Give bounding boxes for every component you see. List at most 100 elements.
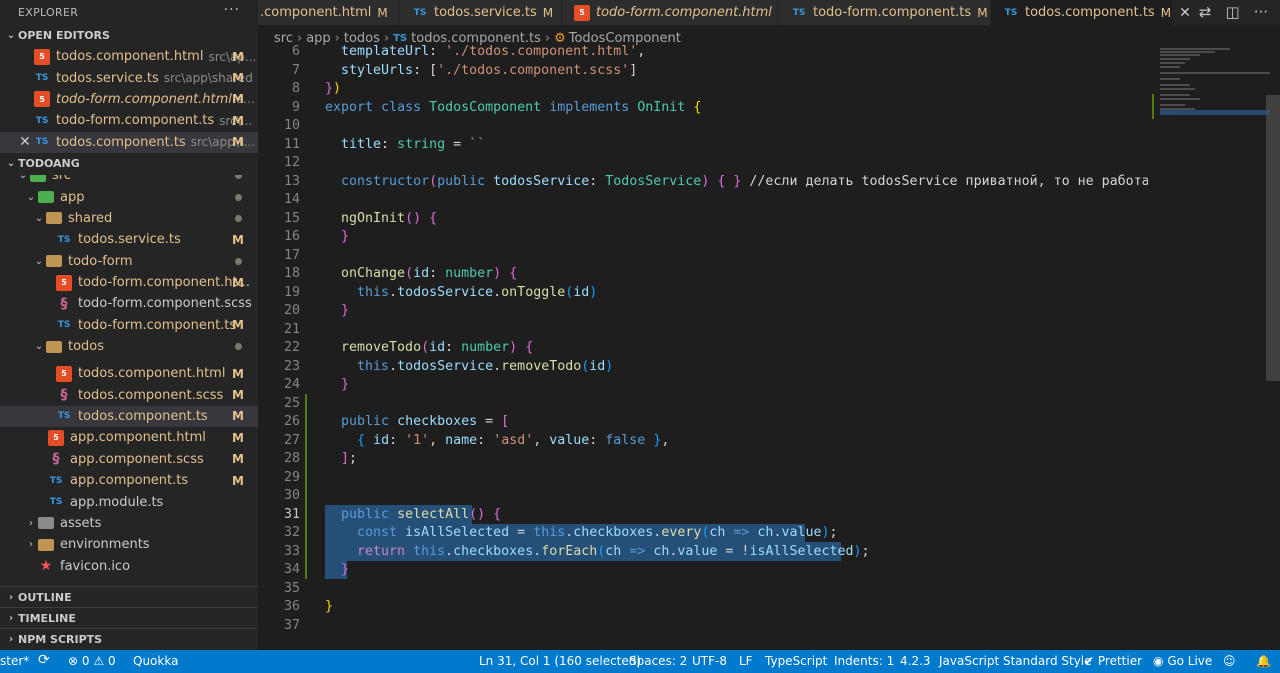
vertical-scrollbar[interactable] — [1266, 95, 1280, 381]
line-number: 36 — [283, 599, 300, 614]
tree-file[interactable]: § todo-form.component.scss — [0, 293, 258, 314]
compare-changes-icon[interactable]: ⇄ — [1199, 3, 1212, 21]
tree-file[interactable]: TS todos.service.ts M — [0, 229, 258, 250]
tree-folder-todo-form[interactable]: ⌄ todo-form — [0, 251, 258, 272]
sidebar-bottom-sections: › OUTLINE › TIMELINE › NPM SCRIPTS — [0, 586, 258, 649]
open-editor-item[interactable]: 5 todo-form.component.html src\... M — [0, 89, 258, 110]
file-tree: ⌄ src ⌄ app ⌄ shared TS todos.service.ts — [0, 174, 258, 353]
folder-src-icon — [30, 174, 46, 182]
code-line: templateUrl: './todos.component.html', — [341, 44, 646, 59]
npm-scripts-header[interactable]: › NPM SCRIPTS — [0, 628, 258, 649]
line-number: 18 — [283, 266, 300, 281]
indentation-spaces[interactable]: Spaces: 2 — [629, 654, 687, 668]
project-header[interactable]: ⌄ TODOANG — [0, 153, 258, 175]
minimap[interactable] — [1150, 44, 1270, 634]
code-line: removeTodo(id: number) { — [341, 340, 534, 355]
notifications-icon[interactable]: 🔔 — [1256, 654, 1271, 668]
tab-todo-form-component-ts[interactable]: TS todo-form.component.ts M — [779, 0, 991, 25]
line-number: 34 — [283, 562, 300, 577]
line-number: 7 — [291, 62, 300, 78]
html-file-icon: 5 — [48, 429, 64, 446]
line-number: 12 — [283, 155, 300, 170]
explorer-title: EXPLORER — [18, 5, 79, 19]
html-file-icon: 5 — [34, 91, 50, 108]
open-editor-item[interactable]: 5 todos.component.html src\ap... M — [0, 46, 258, 67]
quokka-status[interactable]: Quokka — [133, 654, 178, 668]
ts-file-icon: TS — [413, 7, 427, 18]
scss-file-icon: § — [52, 451, 60, 468]
linter-style[interactable]: JavaScript Standard Style — [939, 654, 1092, 668]
tree-file[interactable]: TS app.module.ts — [0, 491, 258, 512]
tab-todo-form-component-html[interactable]: 5 todo-form.component.html M — [562, 0, 788, 25]
html-file-icon: 5 — [574, 4, 590, 21]
cursor-position[interactable]: Ln 31, Col 1 (160 selected) — [479, 654, 641, 668]
folder-icon — [46, 212, 62, 225]
scss-file-icon: § — [60, 295, 68, 312]
folder-icon — [38, 538, 54, 551]
explorer-title-bar: EXPLORER ··· — [0, 0, 258, 24]
ts-file-icon: TS — [1004, 7, 1018, 18]
code-line: }) — [325, 81, 342, 96]
open-editor-item[interactable]: TS todos.service.ts src\app\shared M — [0, 67, 258, 88]
open-editors-header[interactable]: ⌄ OPEN EDITORS — [0, 24, 258, 46]
end-of-line[interactable]: LF — [739, 654, 753, 668]
file-tree-lower: 5 todos.component.html M § todos.compone… — [0, 363, 258, 577]
tab-todos-component-ts[interactable]: TS todos.component.ts M ✕ — [991, 0, 1191, 25]
ts-file-icon: TS — [57, 320, 71, 331]
tree-file[interactable]: ★ favicon.ico — [0, 556, 258, 577]
tree-file[interactable]: § app.component.scss M — [0, 449, 258, 470]
chevron-down-icon: ⌄ — [6, 29, 16, 41]
broadcast-icon: ◉ — [1153, 654, 1164, 668]
problems-indicator[interactable]: ⊗ 0 ⚠ 0 — [68, 654, 116, 668]
tree-folder-assets[interactable]: › assets — [0, 513, 258, 534]
tree-folder-shared[interactable]: ⌄ shared — [0, 208, 258, 229]
html-file-icon: 5 — [56, 365, 72, 382]
chevron-right-icon: › — [8, 612, 14, 624]
tab-todos-component-html[interactable]: .component.html M — [258, 0, 400, 25]
code-line: this.todosService.removeTodo(id) — [357, 358, 614, 374]
tree-folder-src[interactable]: ⌄ src — [0, 174, 258, 186]
tree-folder-todos[interactable]: ⌄ todos — [0, 336, 258, 353]
tree-file[interactable]: TS todo-form.component.ts M — [0, 315, 258, 336]
sync-icon[interactable]: ⟳ — [38, 652, 50, 668]
tree-folder-app[interactable]: ⌄ app — [0, 186, 258, 207]
language-mode[interactable]: TypeScript — [765, 654, 827, 668]
tree-file[interactable]: 5 app.component.html M — [0, 427, 258, 448]
tab-todos-service-ts[interactable]: TS todos.service.ts M — [400, 0, 562, 25]
indents[interactable]: Indents: 1 — [834, 654, 894, 668]
tree-file-selected[interactable]: TS todos.component.ts M — [0, 405, 258, 428]
modified-dot — [235, 214, 242, 222]
line-number: 31 — [283, 506, 300, 522]
tree-file[interactable]: TS app.component.ts M — [0, 470, 258, 491]
code-line: ]; — [341, 451, 358, 466]
git-branch[interactable]: ster* — [0, 654, 29, 668]
more-actions-icon[interactable]: ··· — [1254, 3, 1268, 21]
split-editor-icon[interactable]: ◫ — [1226, 3, 1240, 21]
open-editor-item[interactable]: TS todo-form.component.ts src\... M — [0, 110, 258, 131]
modified-badge: M — [232, 113, 244, 128]
ts-version[interactable]: 4.2.3 — [900, 654, 931, 668]
encoding[interactable]: UTF-8 — [692, 654, 727, 668]
ts-file-icon: TS — [49, 475, 63, 486]
more-actions-icon[interactable]: ··· — [224, 2, 240, 18]
explorer-sidebar: EXPLORER ··· ⌄ OPEN EDITORS 5 todos.comp… — [0, 0, 258, 650]
close-icon[interactable]: ✕ — [16, 134, 34, 150]
chevron-right-icon: › — [8, 591, 14, 603]
prettier-status[interactable]: ✔ Prettier — [1084, 654, 1142, 668]
code-editor[interactable]: 6 7 8 9 10 11 12 13 14 15 16 17 18 19 20 21 22 23 24 25 26 27… — [258, 44, 1148, 634]
open-editor-item-active[interactable]: ✕ TS todos.component.ts src\app\t... M — [0, 131, 258, 153]
line-number: 6 — [291, 44, 300, 59]
tree-folder-environments[interactable]: › environments — [0, 534, 258, 555]
modified-dot — [235, 174, 242, 180]
close-icon[interactable]: ✕ — [1179, 5, 1191, 21]
tree-file[interactable]: § todos.component.scss M — [0, 384, 258, 405]
line-number: 27 — [283, 432, 300, 448]
timeline-header[interactable]: › TIMELINE — [0, 607, 258, 628]
line-number: 10 — [283, 118, 300, 133]
feedback-icon[interactable]: ☺ — [1223, 654, 1236, 668]
tree-file[interactable]: 5 todos.component.html M — [0, 363, 258, 384]
go-live-button[interactable]: ◉ Go Live — [1153, 654, 1212, 668]
outline-header[interactable]: › OUTLINE — [0, 586, 258, 607]
tree-file[interactable]: 5 todo-form.component.ht... M — [0, 272, 258, 293]
code-line: } — [341, 377, 350, 392]
